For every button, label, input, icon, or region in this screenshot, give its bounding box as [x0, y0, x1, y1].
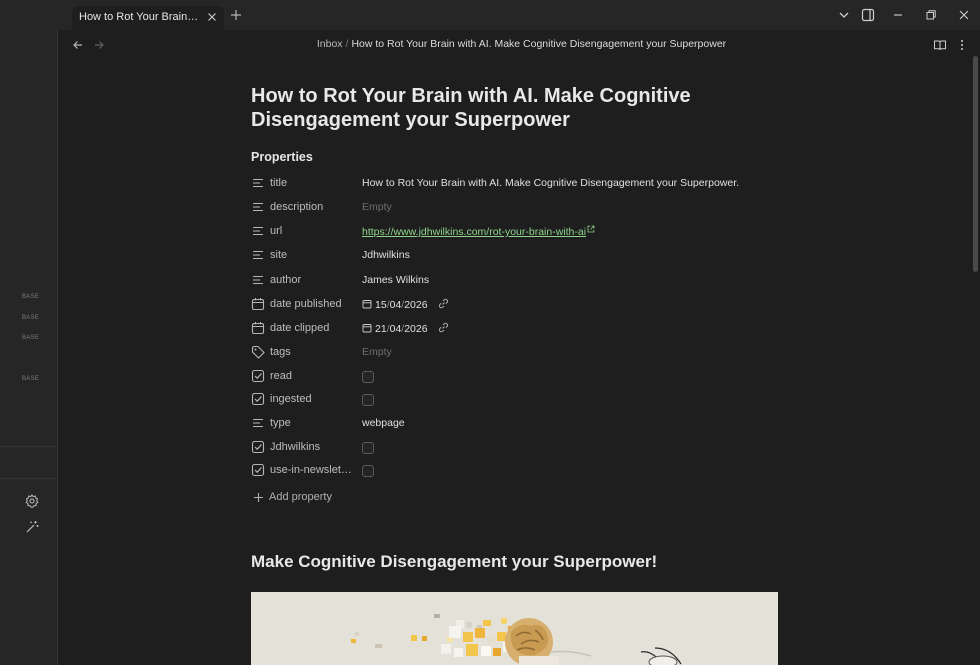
- date-value[interactable]: 21/04/2026: [362, 322, 449, 335]
- property-value-empty[interactable]: Empty: [362, 346, 392, 358]
- base-label[interactable]: BASE: [22, 376, 39, 382]
- property-value: https://www.jdhwilkins.com/rot-your-brai…: [362, 225, 595, 238]
- property-key[interactable]: use-in-newsletter: [270, 464, 352, 476]
- property-key[interactable]: ingested: [270, 393, 358, 405]
- restore-icon[interactable]: [924, 8, 938, 22]
- text-lines-icon: [253, 202, 263, 212]
- property-value[interactable]: James Wilkins: [362, 274, 429, 286]
- tab-title: How to Rot Your Brain with AI. Make Cogn…: [79, 11, 201, 23]
- title-bar: How to Rot Your Brain with AI. Make Cogn…: [0, 0, 980, 30]
- chevron-down-icon[interactable]: [837, 8, 851, 22]
- breadcrumb-current[interactable]: How to Rot Your Brain with AI. Make Cogn…: [351, 38, 726, 50]
- property-row-date-published[interactable]: date published 15/04/2026: [251, 294, 781, 316]
- base-label[interactable]: BASE: [22, 315, 39, 321]
- use-in-newsletter-checkbox[interactable]: [362, 465, 374, 477]
- link-icon[interactable]: [438, 322, 449, 333]
- date-year: 2026: [404, 323, 428, 335]
- jdhwilkins-checkbox[interactable]: [362, 442, 374, 454]
- close-window-icon[interactable]: [957, 8, 971, 22]
- property-key[interactable]: Jdhwilkins: [270, 441, 358, 453]
- note-title[interactable]: How to Rot Your Brain with AI. Make Cogn…: [251, 84, 771, 132]
- calendar-icon: [251, 298, 265, 311]
- minimize-icon[interactable]: [891, 8, 905, 22]
- tab-active-note[interactable]: How to Rot Your Brain with AI. Make Cogn…: [72, 6, 224, 30]
- property-key[interactable]: author: [270, 274, 358, 286]
- tag-icon: [251, 345, 265, 359]
- property-row-title[interactable]: title How to Rot Your Brain with AI. Mak…: [251, 173, 781, 195]
- checkbox-icon: [251, 369, 265, 383]
- property-value[interactable]: Jdhwilkins: [362, 249, 410, 261]
- property-row-url[interactable]: url https://www.jdhwilkins.com/rot-your-…: [251, 221, 781, 243]
- base-label[interactable]: BASE: [22, 294, 39, 300]
- text-lines-icon: [253, 226, 263, 236]
- property-row-read[interactable]: read: [251, 366, 781, 388]
- property-key[interactable]: site: [270, 249, 358, 261]
- breadcrumb-folder[interactable]: Inbox: [317, 38, 343, 50]
- calendar-icon: [251, 322, 265, 335]
- link-icon[interactable]: [438, 298, 449, 309]
- property-key[interactable]: read: [270, 370, 358, 382]
- date-day: 15: [375, 299, 387, 311]
- property-row-date-clipped[interactable]: date clipped 21/04/2026: [251, 318, 781, 340]
- property-row-site[interactable]: site Jdhwilkins: [251, 245, 781, 267]
- property-key[interactable]: date clipped: [270, 322, 358, 334]
- external-link-icon[interactable]: [587, 225, 595, 233]
- text-lines-icon: [253, 275, 263, 285]
- plus-icon: [254, 493, 263, 502]
- checkbox-icon: [251, 463, 265, 477]
- base-label[interactable]: BASE: [22, 335, 39, 341]
- magic-wand-icon[interactable]: [25, 520, 39, 534]
- property-value[interactable]: webpage: [362, 417, 405, 429]
- property-row-ingested[interactable]: ingested: [251, 389, 781, 411]
- read-checkbox[interactable]: [362, 371, 374, 383]
- ingested-checkbox[interactable]: [362, 394, 374, 406]
- property-row-author[interactable]: author James Wilkins: [251, 270, 781, 292]
- left-ribbon: BASE BASE BASE BASE: [0, 30, 58, 665]
- text-lines-icon: [253, 418, 263, 428]
- url-link[interactable]: https://www.jdhwilkins.com/rot-your-brai…: [362, 226, 586, 238]
- gear-icon[interactable]: [25, 494, 39, 508]
- sidebar-toggle-icon[interactable]: [861, 8, 875, 22]
- checkbox-icon: [251, 392, 265, 406]
- divider: [0, 446, 57, 447]
- calendar-small-icon: [362, 324, 372, 333]
- plus-icon[interactable]: [229, 8, 243, 22]
- properties-heading[interactable]: Properties: [251, 150, 313, 164]
- date-value[interactable]: 15/04/2026: [362, 298, 449, 311]
- property-key[interactable]: date published: [270, 298, 358, 310]
- brain-pixel-illustration: [251, 592, 778, 665]
- property-key[interactable]: description: [270, 201, 358, 213]
- property-row-description[interactable]: description Empty: [251, 197, 781, 219]
- date-month: 04: [389, 323, 402, 335]
- property-row-jdhwilkins[interactable]: Jdhwilkins: [251, 437, 781, 459]
- property-key[interactable]: type: [270, 417, 358, 429]
- date-month: 04: [389, 299, 402, 311]
- add-property-label: Add property: [269, 491, 332, 503]
- breadcrumb-separator: /: [345, 38, 349, 50]
- close-icon[interactable]: [205, 10, 219, 24]
- checkbox-icon: [251, 440, 265, 454]
- article-hero-image: [251, 592, 778, 665]
- calendar-small-icon: [362, 300, 372, 309]
- property-key[interactable]: tags: [270, 346, 358, 358]
- breadcrumb: Inbox / How to Rot Your Brain with AI. Mak…: [0, 38, 980, 50]
- property-value-empty[interactable]: Empty: [362, 201, 392, 213]
- property-row-type[interactable]: type webpage: [251, 413, 781, 435]
- book-open-icon[interactable]: [933, 38, 947, 52]
- scrollbar-thumb[interactable]: [973, 56, 978, 272]
- divider: [0, 478, 57, 479]
- date-year: 2026: [404, 299, 428, 311]
- date-day: 21: [375, 323, 387, 335]
- property-value[interactable]: How to Rot Your Brain with AI. Make Cogn…: [362, 177, 739, 189]
- more-options-icon[interactable]: [955, 38, 969, 52]
- property-key[interactable]: title: [270, 177, 358, 189]
- property-key[interactable]: url: [270, 225, 358, 237]
- property-row-use-in-newsletter[interactable]: use-in-newsletter: [251, 460, 781, 482]
- section-heading[interactable]: Make Cognitive Disengagement your Superp…: [251, 552, 657, 572]
- property-row-tags[interactable]: tags Empty: [251, 342, 781, 364]
- text-lines-icon: [253, 250, 263, 260]
- text-lines-icon: [253, 178, 263, 188]
